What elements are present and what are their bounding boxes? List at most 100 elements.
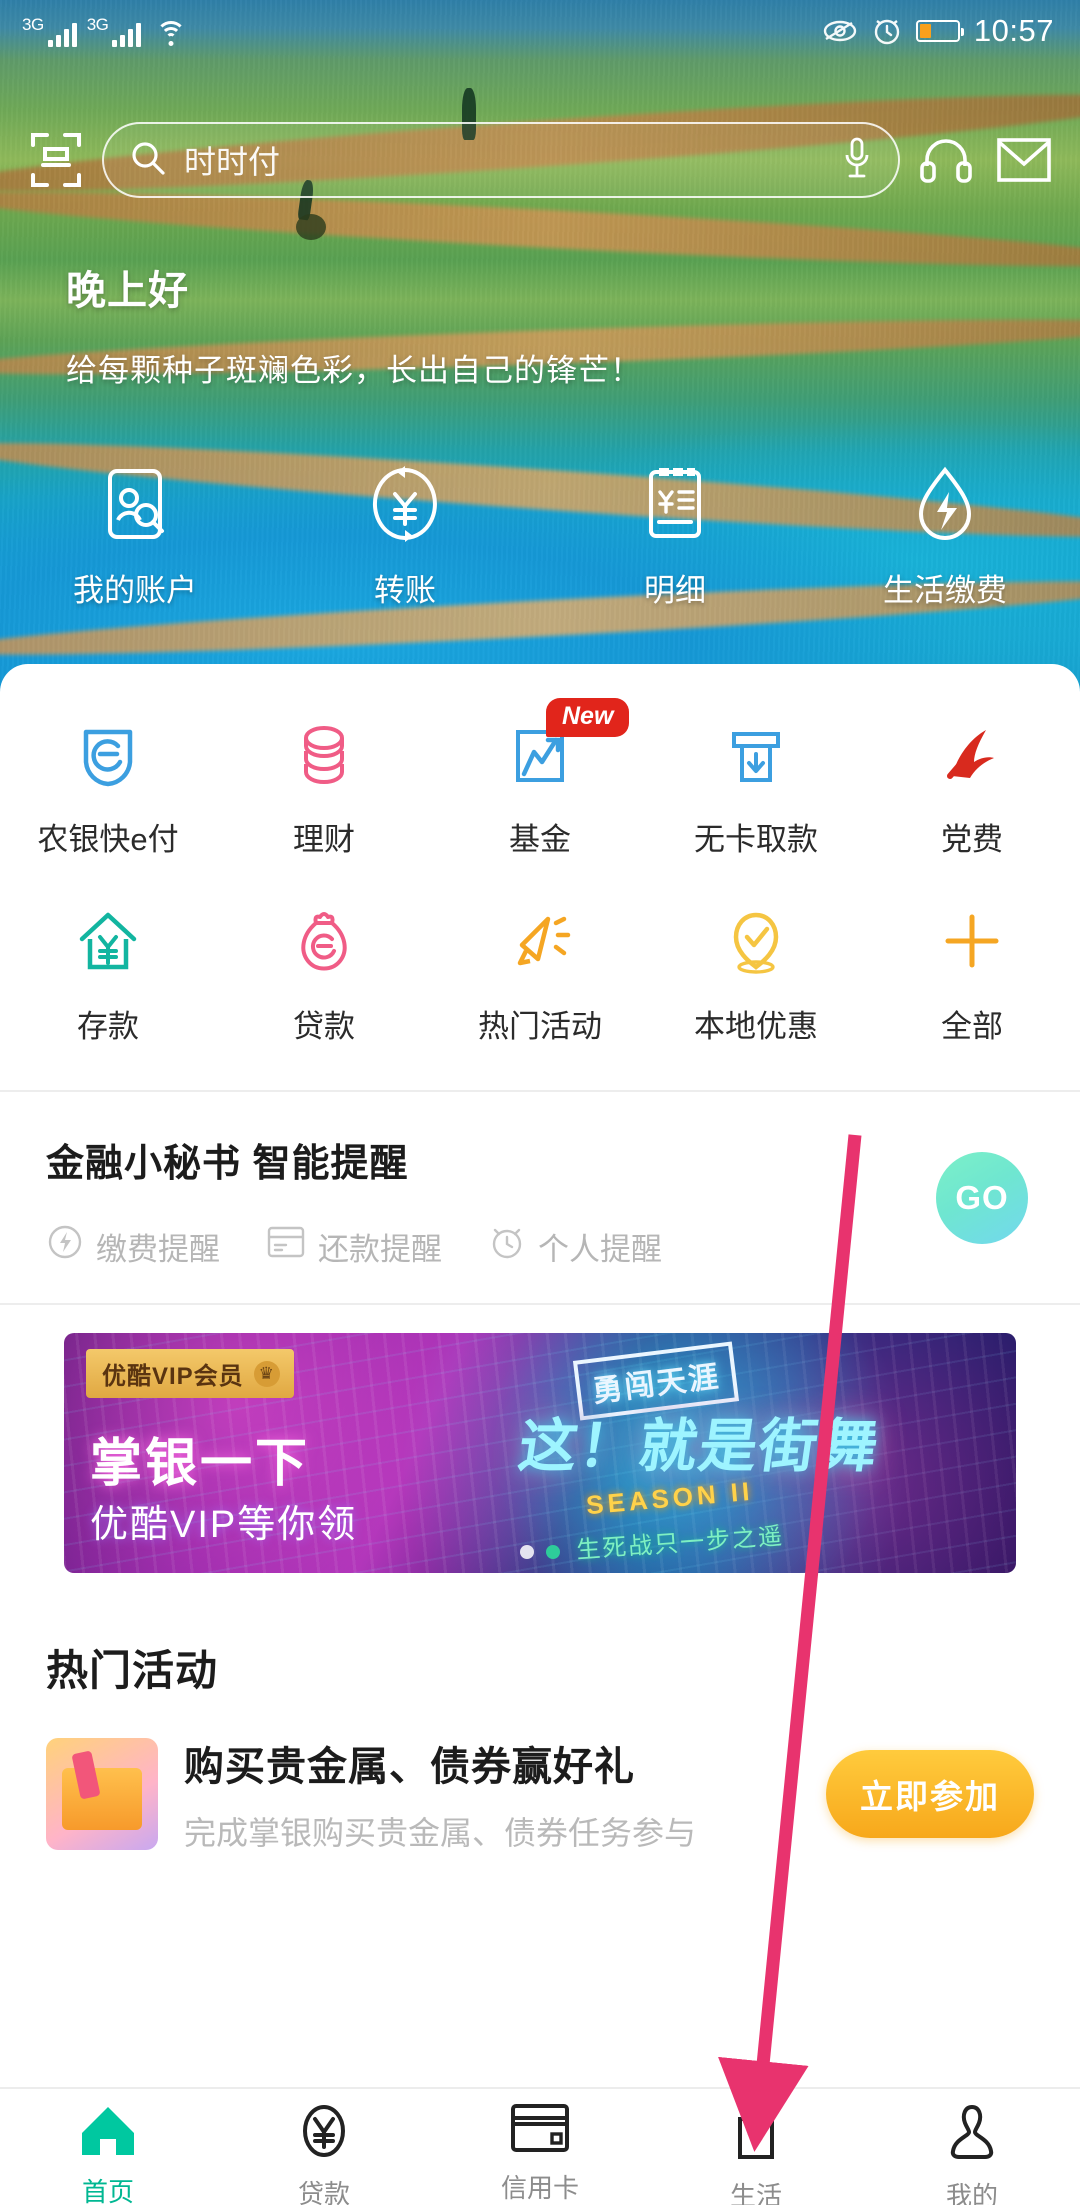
app-item-label: 热门活动: [478, 1009, 602, 1044]
reminder-go-button[interactable]: GO: [936, 1151, 1028, 1244]
microphone-icon[interactable]: [842, 136, 872, 185]
app-item-wuka-qukuan[interactable]: 无卡取款: [648, 698, 864, 885]
content-sheet: 农银快e付 理财 New 基金 无卡取款 党费 存款 贷款 热门活动 本地优惠 …: [0, 664, 1080, 2105]
reminder-title: 金融小秘书 智能提醒: [46, 1143, 409, 1185]
tab-life[interactable]: 生活: [648, 2103, 864, 2205]
signal-bars-icon-2: [112, 21, 142, 47]
transaction-detail-icon: [633, 462, 717, 551]
reminder-tag-personal[interactable]: 个人提醒: [488, 1223, 662, 1269]
app-item-label: 贷款: [293, 1009, 355, 1044]
alarm-clock-icon: [872, 16, 902, 46]
bolt-circle-icon: [46, 1223, 84, 1269]
tab-label: 生活: [729, 2181, 782, 2205]
coins-stack-icon: [284, 716, 364, 796]
home-icon: [78, 2103, 138, 2162]
quick-action-transfer[interactable]: 转账: [270, 462, 540, 610]
deposit-house-icon: [68, 903, 148, 983]
quick-action-my-account[interactable]: 我的账户: [0, 462, 270, 610]
hot-activities-title: 热门活动: [46, 1647, 219, 1694]
tab-profile[interactable]: 我的: [864, 2103, 1080, 2205]
reminder-tag-label: 缴费提醒: [96, 1231, 220, 1267]
app-item-label: 无卡取款: [694, 822, 818, 857]
greeting-title: 晚上好: [66, 269, 189, 313]
quick-action-label: 转账: [374, 573, 436, 608]
alarm-outline-icon: [488, 1223, 526, 1269]
hot-activity-item[interactable]: 购买贵金属、债券赢好礼 完成掌银购买贵金属、债券任务参与 立即参加: [0, 1708, 1080, 1854]
megaphone-icon: [500, 903, 580, 983]
wifi-icon: [155, 20, 187, 47]
app-item-daikuan[interactable]: 贷款: [216, 885, 432, 1072]
utility-payment-icon: [903, 462, 987, 551]
party-emblem-icon: [932, 716, 1012, 796]
carousel-dots[interactable]: [520, 1545, 560, 1559]
app-item-label: 基金: [509, 822, 571, 857]
app-item-nongyin-kuai-e-fu[interactable]: 农银快e付: [0, 698, 216, 885]
app-item-remen-huodong[interactable]: 热门活动: [432, 885, 648, 1072]
app-item-licai[interactable]: 理财: [216, 698, 432, 885]
eye-comfort-icon: [822, 18, 858, 44]
status-time: 10:57: [973, 13, 1054, 48]
app-item-quanbu[interactable]: 全部: [864, 885, 1080, 1072]
signal-bars-icon: [47, 21, 77, 47]
app-item-label: 存款: [77, 1009, 139, 1044]
quick-action-label: 生活缴费: [883, 573, 1007, 608]
app-item-label: 全部: [941, 1009, 1003, 1044]
reminder-tag-label: 个人提醒: [538, 1231, 662, 1267]
account-search-icon: [93, 462, 177, 551]
search-icon: [130, 140, 166, 181]
app-item-bendi-youhui[interactable]: 本地优惠: [648, 885, 864, 1072]
tab-home[interactable]: 首页: [0, 2103, 216, 2205]
loan-moneybag-icon: [284, 903, 364, 983]
signal-1-label: 3G: [22, 14, 44, 34]
promo-banner-carousel[interactable]: 优酷VIP会员 ♛ 掌银一下 优酷VIP等你领 勇闯天涯 这！就是街舞 SEAS…: [0, 1305, 1080, 1603]
app-item-label: 本地优惠: [694, 1009, 818, 1044]
app-grid-row-1: 农银快e付 理财 New 基金 无卡取款 党费: [0, 698, 1080, 885]
app-item-label: 农银快e付: [37, 822, 179, 857]
shopping-bag-icon: [731, 2103, 781, 2166]
new-badge: New: [546, 698, 630, 737]
quick-action-details[interactable]: 明细: [540, 462, 810, 610]
signal-indicator-2: 3G: [87, 16, 142, 47]
reminder-tag-repay[interactable]: 还款提醒: [266, 1224, 442, 1269]
hot-activity-subtitle: 完成掌银购买贵金属、债券任务参与: [184, 1815, 697, 1851]
app-item-cunkuan[interactable]: 存款: [0, 885, 216, 1072]
reminder-tags: 缴费提醒 还款提醒 个人提醒: [46, 1223, 1034, 1269]
app-grid: 农银快e付 理财 New 基金 无卡取款 党费 存款 贷款 热门活动 本地优惠 …: [0, 664, 1080, 1090]
mail-icon[interactable]: [992, 128, 1056, 192]
banner-art-tag-2: 这！就是街舞: [514, 1414, 884, 1479]
app-item-jijin[interactable]: New 基金: [432, 698, 648, 885]
headset-icon[interactable]: [914, 128, 978, 192]
crown-icon: ♛: [253, 1360, 280, 1387]
greeting-subtitle: 给每颗种子斑斓色彩，长出自己的锋芒！: [66, 353, 642, 388]
banner-art-tag-4: 生死战只一步之遥: [575, 1522, 785, 1565]
tab-label: 首页: [81, 2177, 134, 2205]
top-action-row: 时时付: [0, 108, 1080, 212]
hot-activity-title: 购买贵金属、债券赢好礼: [184, 1745, 635, 1789]
quick-actions: 我的账户 转账 明细 生活缴费: [0, 462, 1080, 610]
join-now-button[interactable]: 立即参加: [826, 1750, 1034, 1838]
quick-action-utility-payment[interactable]: 生活缴费: [810, 462, 1080, 610]
plus-all-icon: [932, 903, 1012, 983]
search-input[interactable]: 时时付: [102, 122, 900, 198]
tab-loan[interactable]: 贷款: [216, 2103, 432, 2205]
status-bar: 3G 3G 10:57: [0, 0, 1080, 62]
quick-action-label: 我的账户: [73, 573, 197, 608]
banner-artwork: 勇闯天涯 这！就是街舞 SEASON II 生死战只一步之遥: [466, 1333, 1016, 1573]
tab-label: 我的: [945, 2181, 998, 2205]
reminder-section[interactable]: 金融小秘书 智能提醒 缴费提醒 还款提醒 个人提醒 GO: [0, 1092, 1080, 1303]
tab-credit-card[interactable]: 信用卡: [432, 2103, 648, 2205]
app-item-dangfei[interactable]: 党费: [864, 698, 1080, 885]
app-grid-row-2: 存款 贷款 热门活动 本地优惠 全部: [0, 885, 1080, 1072]
battery-icon: [915, 20, 964, 42]
phone-screen: 3G 3G 10:57 时时付 晚上好 给每颗种子斑斓色彩，长出自己的锋芒！ 我…: [0, 0, 1080, 2205]
reminder-tag-bill[interactable]: 缴费提醒: [46, 1223, 220, 1269]
promo-banner[interactable]: 优酷VIP会员 ♛ 掌银一下 优酷VIP等你领 勇闯天涯 这！就是街舞 SEAS…: [64, 1333, 1016, 1573]
hot-activity-text: 购买贵金属、债券赢好礼 完成掌银购买贵金属、债券任务参与: [184, 1734, 800, 1854]
card-repay-icon: [266, 1224, 306, 1268]
shield-e-icon: [68, 716, 148, 796]
scan-code-icon[interactable]: [24, 128, 88, 192]
banner-headline: 掌银一下: [90, 1435, 311, 1493]
yuan-coin-icon: [296, 2103, 352, 2164]
signal-2-label: 3G: [86, 14, 109, 34]
reminder-tag-label: 还款提醒: [318, 1231, 442, 1267]
